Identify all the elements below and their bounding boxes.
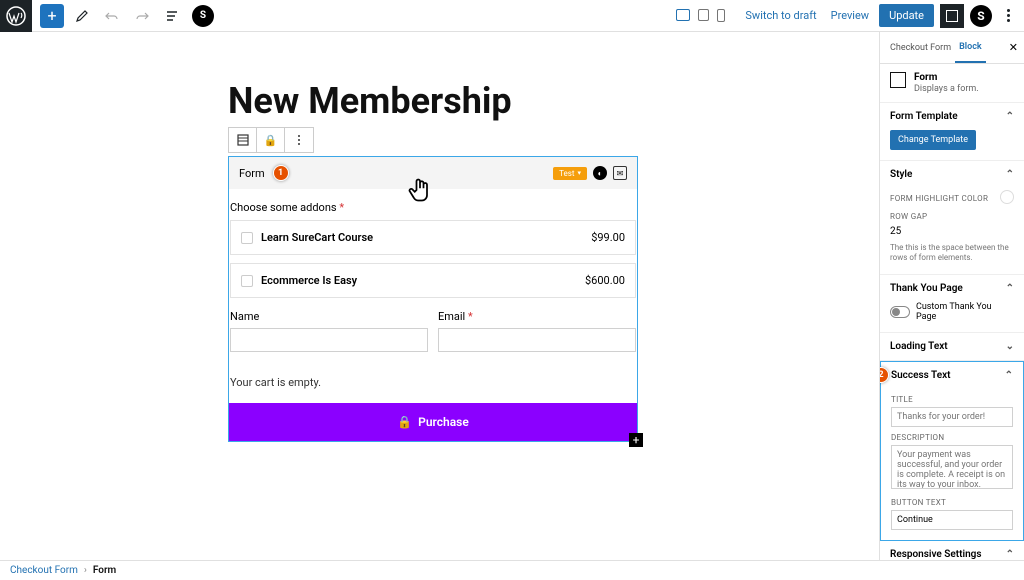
checkbox-icon[interactable] <box>241 232 253 244</box>
block-toolbar: 🔒 <box>228 127 314 153</box>
addon-row[interactable]: Learn SureCart Course $99.00 <box>230 220 636 255</box>
form-template-section[interactable]: Form Template⌃ <box>880 103 1024 130</box>
chevron-up-icon: ⌃ <box>1006 549 1014 560</box>
block-description: Displays a form. <box>914 84 979 94</box>
loading-text-section[interactable]: Loading Text⌄ <box>880 333 1024 360</box>
more-options-icon[interactable] <box>998 9 1018 22</box>
button-text-input[interactable] <box>891 510 1013 530</box>
custom-thank-you-label: Custom Thank You Page <box>916 302 1014 322</box>
switch-to-draft-link[interactable]: Switch to draft <box>745 9 816 22</box>
chevron-up-icon: ⌃ <box>1006 169 1014 180</box>
success-description-label: DESCRIPTION <box>891 433 1013 442</box>
form-block[interactable]: Form 1 Test▾ ◐ ✉ Choose some addons * Le… <box>228 156 638 442</box>
wordpress-logo[interactable] <box>0 0 32 32</box>
checkbox-icon[interactable] <box>241 275 253 287</box>
annotation-badge-1: 1 <box>273 165 289 181</box>
chevron-down-icon: ⌄ <box>1006 341 1014 352</box>
settings-panel-icon[interactable] <box>940 4 964 28</box>
addon-row[interactable]: Ecommerce Is Easy $600.00 <box>230 263 636 298</box>
tablet-view-icon[interactable] <box>698 9 709 21</box>
tab-block[interactable]: Block <box>955 32 986 63</box>
breadcrumb: Checkout Form › Form <box>0 560 1024 580</box>
button-text-label: BUTTON TEXT <box>891 498 1013 507</box>
block-name: Form <box>914 72 979 83</box>
chevron-up-icon: ⌃ <box>1006 111 1014 122</box>
tab-checkout-form[interactable]: Checkout Form <box>886 32 955 63</box>
preview-link[interactable]: Preview <box>831 9 869 22</box>
surecart-icon[interactable]: S <box>192 5 214 27</box>
color-swatch[interactable] <box>1000 190 1014 204</box>
addon-name: Learn SureCart Course <box>261 231 373 244</box>
name-input[interactable] <box>230 328 428 352</box>
lock-icon: 🔒 <box>397 415 412 429</box>
style-section[interactable]: Style⌃ <box>880 161 1024 188</box>
form-header-label: Form <box>239 167 265 180</box>
custom-thank-you-toggle[interactable] <box>890 306 910 318</box>
thank-you-section[interactable]: Thank You Page⌃ <box>880 275 1024 302</box>
row-gap-input[interactable] <box>890 224 1023 239</box>
block-more-icon[interactable] <box>285 128 313 152</box>
undo-icon[interactable] <box>100 4 124 28</box>
row-gap-label: ROW GAP <box>890 212 1014 221</box>
email-input[interactable] <box>438 328 636 352</box>
addons-section-title: Choose some addons * <box>230 189 636 220</box>
page-title: New Membership <box>228 80 512 122</box>
desktop-view-icon[interactable] <box>676 9 690 21</box>
success-title-label: TITLE <box>891 395 1013 404</box>
block-settings-sidebar: Checkout Form Block ✕ Form Displays a fo… <box>879 32 1024 560</box>
chevron-right-icon: › <box>84 565 87 576</box>
row-gap-help: The this is the space between the rows o… <box>890 243 1014 264</box>
redo-icon[interactable] <box>130 4 154 28</box>
chevron-up-icon: ⌃ <box>1006 283 1014 294</box>
addon-price: $600.00 <box>585 274 625 287</box>
mobile-view-icon[interactable] <box>717 9 725 22</box>
surecart-settings-icon[interactable]: S <box>970 5 992 27</box>
email-field-label: Email * <box>438 310 636 323</box>
name-field-label: Name <box>230 310 428 323</box>
responsive-section[interactable]: Responsive Settings⌃ <box>880 541 1024 560</box>
close-sidebar-icon[interactable]: ✕ <box>1009 41 1018 54</box>
breadcrumb-parent[interactable]: Checkout Form <box>10 565 78 576</box>
breadcrumb-current[interactable]: Form <box>93 565 116 576</box>
empty-cart-text: Your cart is empty. <box>230 362 636 403</box>
addon-name: Ecommerce Is Easy <box>261 274 357 287</box>
addon-price: $99.00 <box>591 231 625 244</box>
success-description-input[interactable] <box>891 445 1013 489</box>
purchase-button[interactable]: 🔒 Purchase <box>229 403 637 441</box>
change-template-button[interactable]: Change Template <box>890 130 976 150</box>
success-title-input[interactable] <box>891 407 1013 427</box>
highlight-color-label: FORM HIGHLIGHT COLOR <box>890 194 988 203</box>
add-block-button[interactable]: + <box>40 4 64 28</box>
chevron-up-icon: ⌃ <box>1005 370 1013 381</box>
success-text-section[interactable]: Success Text⌃ <box>881 362 1023 389</box>
form-block-icon <box>890 72 906 88</box>
block-type-icon[interactable] <box>229 128 257 152</box>
list-view-icon[interactable] <box>160 4 184 28</box>
edit-tool-icon[interactable] <box>70 4 94 28</box>
update-button[interactable]: Update <box>879 4 934 27</box>
test-mode-pill[interactable]: Test▾ <box>553 167 587 180</box>
envelope-icon[interactable]: ✉ <box>613 166 627 180</box>
add-block-icon[interactable]: + <box>629 433 643 447</box>
lock-icon[interactable]: 🔒 <box>257 128 285 152</box>
form-object-icon[interactable]: ◐ <box>593 166 607 180</box>
